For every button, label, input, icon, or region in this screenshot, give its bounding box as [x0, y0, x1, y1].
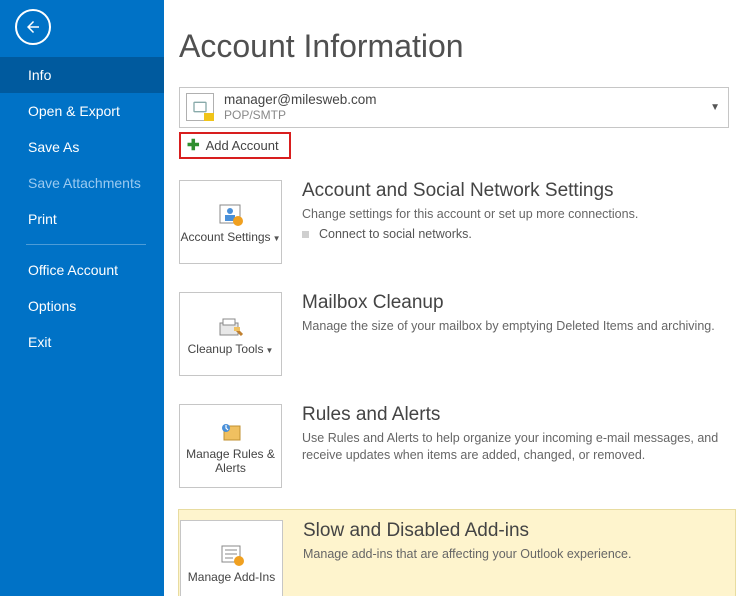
section-title: Rules and Alerts: [302, 404, 726, 426]
manage-rules-alerts-label: Manage Rules & Alerts: [180, 447, 281, 476]
section-desc: Use Rules and Alerts to help organize yo…: [302, 430, 726, 465]
section-addins: Manage Add-Ins Slow and Disabled Add-ins…: [178, 509, 736, 596]
section-desc: Manage add-ins that are affecting your O…: [303, 546, 725, 564]
account-icon: [186, 93, 214, 121]
sidebar-item-save-attachments: Save Attachments: [0, 165, 164, 201]
sidebar-item-exit[interactable]: Exit: [0, 324, 164, 360]
sidebar-item-office-account[interactable]: Office Account: [0, 252, 164, 288]
account-settings-button[interactable]: Account Settings▼: [179, 180, 282, 264]
sidebar-divider: [26, 244, 146, 245]
page-title: Account Information: [179, 28, 736, 65]
section-title: Account and Social Network Settings: [302, 180, 726, 202]
sidebar: Info Open & Export Save As Save Attachme…: [0, 0, 164, 596]
main-panel: Account Information manager@milesweb.com…: [164, 0, 736, 596]
chevron-down-icon: ▼: [710, 102, 720, 113]
section-mailbox-cleanup: Cleanup Tools▼ Mailbox Cleanup Manage th…: [179, 285, 736, 383]
cleanup-tools-label: Cleanup Tools▼: [188, 342, 274, 356]
rules-alerts-icon: [217, 420, 245, 444]
section-sub: Connect to social networks.: [302, 227, 726, 241]
manage-addins-label: Manage Add-Ins: [188, 570, 275, 584]
account-protocol: POP/SMTP: [224, 108, 710, 122]
section-account-settings: Account Settings▼ Account and Social Net…: [179, 173, 736, 271]
manage-rules-alerts-button[interactable]: Manage Rules & Alerts: [179, 404, 282, 488]
account-settings-icon: [217, 203, 245, 227]
add-account-label: Add Account: [206, 138, 279, 153]
section-desc: Change settings for this account or set …: [302, 206, 726, 224]
account-settings-label: Account Settings▼: [181, 230, 281, 244]
account-selector[interactable]: manager@milesweb.com POP/SMTP ▼: [179, 87, 729, 128]
section-desc: Manage the size of your mailbox by empty…: [302, 318, 726, 336]
sidebar-item-print[interactable]: Print: [0, 201, 164, 237]
account-email: manager@milesweb.com: [224, 92, 710, 108]
sidebar-item-open-export[interactable]: Open & Export: [0, 93, 164, 129]
manage-addins-icon: [218, 543, 246, 567]
plus-icon: ✚: [187, 138, 200, 153]
back-arrow-icon: [24, 18, 42, 36]
cleanup-tools-icon: [217, 315, 245, 339]
sidebar-item-save-as[interactable]: Save As: [0, 129, 164, 165]
section-title: Mailbox Cleanup: [302, 292, 726, 314]
sidebar-item-options[interactable]: Options: [0, 288, 164, 324]
connect-social-text: Connect to social networks.: [319, 227, 472, 241]
sidebar-item-info[interactable]: Info: [0, 57, 164, 93]
account-text: manager@milesweb.com POP/SMTP: [224, 92, 710, 123]
section-title: Slow and Disabled Add-ins: [303, 520, 725, 542]
add-account-button[interactable]: ✚ Add Account: [179, 132, 291, 159]
back-button[interactable]: [15, 9, 51, 45]
section-rules-alerts: Manage Rules & Alerts Rules and Alerts U…: [179, 397, 736, 495]
cleanup-tools-button[interactable]: Cleanup Tools▼: [179, 292, 282, 376]
manage-addins-button[interactable]: Manage Add-Ins: [180, 520, 283, 596]
bullet-icon: [302, 231, 309, 238]
